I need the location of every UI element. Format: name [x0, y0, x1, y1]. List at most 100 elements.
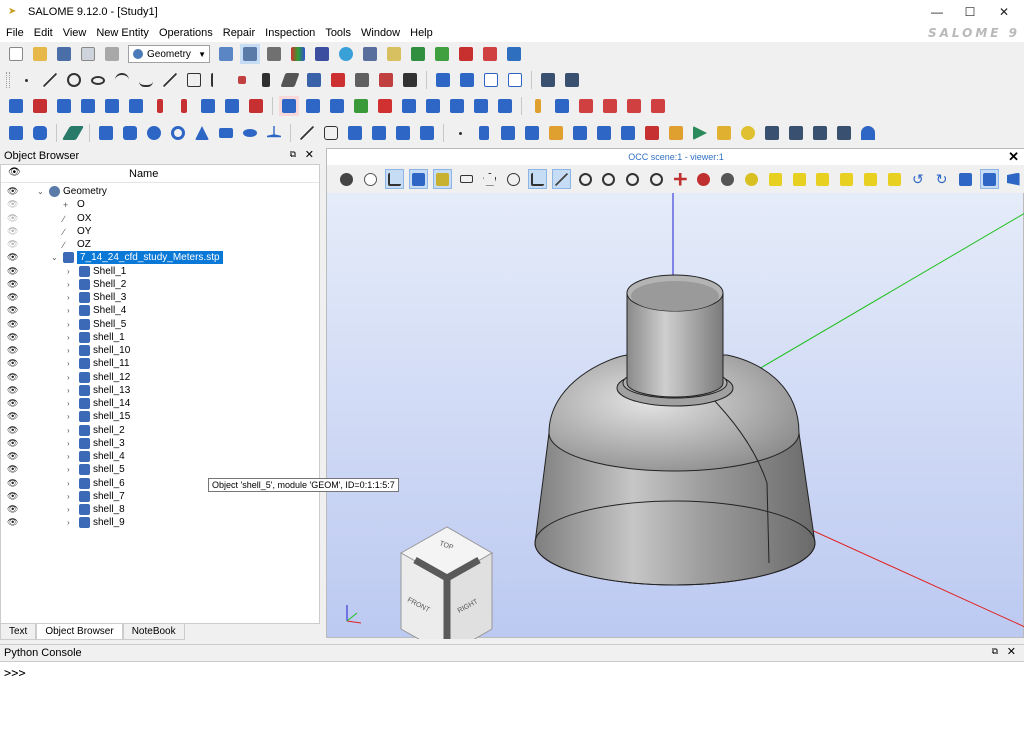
picture-import-icon[interactable] — [562, 70, 582, 90]
visibility-eye-icon[interactable]: 👁 — [7, 410, 19, 423]
cut-icon[interactable] — [528, 96, 548, 116]
tab-object-browser[interactable]: Object Browser — [36, 624, 123, 640]
rect-select-icon[interactable] — [432, 169, 452, 189]
rectangle-selection-icon[interactable] — [457, 169, 476, 189]
chevron-right-icon[interactable]: › — [67, 291, 70, 304]
menu-new-entity[interactable]: New Entity — [91, 24, 154, 42]
rectangle-primitive-icon[interactable] — [423, 96, 443, 116]
left-view-icon[interactable] — [861, 169, 880, 189]
shell-build-icon[interactable] — [369, 123, 389, 143]
tree-item[interactable]: 👁 › Shell_3 — [1, 291, 319, 304]
float-panel-icon[interactable]: ⧉ — [290, 149, 296, 160]
field-icon[interactable] — [408, 44, 428, 64]
dump-view-icon[interactable] — [338, 169, 357, 189]
visibility-eye-icon[interactable]: 👁 — [7, 450, 19, 463]
filling-icon[interactable] — [54, 96, 74, 116]
inertia-icon[interactable] — [810, 123, 830, 143]
tree-item[interactable]: 👁 › shell_14 — [1, 397, 319, 410]
yacs-module-icon[interactable] — [336, 44, 356, 64]
tree-item[interactable]: 👁 › Shell_1 — [1, 265, 319, 278]
arrow-tool-icon[interactable] — [480, 44, 500, 64]
polygon-selection-icon[interactable] — [480, 169, 499, 189]
maximize-button[interactable]: ☐ — [953, 0, 987, 24]
bounding-box-icon[interactable] — [618, 123, 638, 143]
shaper-module-icon[interactable] — [264, 44, 284, 64]
ellipse-icon[interactable] — [88, 70, 108, 90]
chevron-right-icon[interactable]: › — [67, 384, 70, 397]
python-console-input[interactable]: >>> — [0, 661, 1024, 732]
group-icon[interactable] — [498, 123, 518, 143]
sphere-primitive-icon[interactable] — [327, 96, 347, 116]
circle-selection-icon[interactable] — [504, 169, 523, 189]
compound-icon[interactable] — [417, 123, 437, 143]
chevron-down-icon[interactable]: ⌄ — [37, 185, 44, 198]
visibility-eye-icon[interactable]: 👁 — [7, 397, 19, 410]
close-console-icon[interactable]: ✕ — [1007, 645, 1016, 658]
chevron-right-icon[interactable]: › — [67, 357, 70, 370]
pan-icon[interactable] — [671, 169, 690, 189]
toolbar-grip[interactable] — [6, 72, 10, 88]
tree-item[interactable]: 👁 ⌄ Geometry — [1, 185, 319, 198]
rotation-point-icon[interactable] — [718, 169, 737, 189]
tab-notebook[interactable]: NoteBook — [122, 624, 185, 640]
top-view-icon[interactable] — [813, 169, 832, 189]
zoom-icon[interactable] — [576, 169, 595, 189]
wire-icon[interactable] — [321, 123, 341, 143]
sphere-icon[interactable] — [144, 123, 164, 143]
vector-icon[interactable] — [160, 70, 180, 90]
close-button[interactable]: ✕ — [987, 0, 1021, 24]
explode-icon[interactable] — [474, 123, 494, 143]
hide-icon[interactable] — [505, 70, 525, 90]
visibility-eye-icon[interactable]: 👁 — [7, 291, 19, 304]
extrusion-icon[interactable] — [6, 96, 26, 116]
common-icon[interactable] — [495, 96, 515, 116]
visibility-eye-icon[interactable]: 👁 — [7, 357, 19, 370]
object-browser-tree[interactable]: 👁 Name 👁 ⌄ Geometry 👁 + O 👁 ∕ OX 👁 ∕ OY 👁 ∕ OZ 👁 ⌄ 7_14_2… — [0, 164, 320, 624]
chevron-right-icon[interactable]: › — [67, 463, 70, 476]
tree-item[interactable]: 👁 › shell_5 — [1, 463, 319, 476]
menu-operations[interactable]: Operations — [154, 24, 218, 42]
tree-item[interactable]: 👁 ∕ OZ — [1, 238, 319, 251]
torus-primitive-icon[interactable] — [351, 96, 371, 116]
chevron-right-icon[interactable]: › — [67, 477, 70, 490]
menu-view[interactable]: View — [58, 24, 92, 42]
visibility-eye-icon[interactable]: 👁 — [7, 490, 19, 503]
chamfer-icon[interactable] — [174, 96, 194, 116]
section-icon[interactable] — [552, 96, 572, 116]
menu-window[interactable]: Window — [356, 24, 405, 42]
tree-item[interactable]: 👁 › shell_8 — [1, 503, 319, 516]
multi-rotation-icon[interactable] — [594, 123, 614, 143]
hide-all-icon[interactable] — [481, 70, 501, 90]
measure-icon[interactable] — [666, 123, 686, 143]
menu-tools[interactable]: Tools — [320, 24, 356, 42]
name-column-header[interactable]: Name — [129, 168, 158, 180]
vertex-icon[interactable] — [450, 123, 470, 143]
pipe-icon[interactable] — [78, 96, 98, 116]
normal-icon[interactable] — [858, 123, 878, 143]
chevron-right-icon[interactable]: › — [67, 331, 70, 344]
3d-scene[interactable]: TOP FRONT RIGHT — [327, 193, 1024, 639]
menu-file[interactable]: File — [0, 24, 29, 42]
chevron-right-icon[interactable]: › — [67, 450, 70, 463]
visibility-eye-icon[interactable]: 👁 — [7, 424, 19, 437]
visibility-eye-icon[interactable]: 👁 — [7, 516, 19, 529]
rotate-icon[interactable] — [742, 169, 761, 189]
disk-primitive-icon[interactable] — [399, 96, 419, 116]
cylinder-primitive-icon[interactable] — [303, 96, 323, 116]
check-shape-icon[interactable] — [642, 123, 662, 143]
open-folder-icon[interactable] — [30, 44, 50, 64]
isoline-icon[interactable] — [304, 70, 324, 90]
menu-edit[interactable]: Edit — [29, 24, 58, 42]
chevron-right-icon[interactable]: › — [67, 318, 70, 331]
fillet-icon[interactable] — [150, 96, 170, 116]
menu-repair[interactable]: Repair — [218, 24, 260, 42]
arc-icon[interactable] — [112, 70, 132, 90]
sub-shape-icon[interactable] — [522, 123, 542, 143]
face-build-icon[interactable] — [345, 123, 365, 143]
multi-translation-icon[interactable] — [570, 123, 590, 143]
chevron-right-icon[interactable]: › — [67, 304, 70, 317]
show-all-icon[interactable] — [457, 70, 477, 90]
global-pan-icon[interactable] — [695, 169, 714, 189]
image-icon[interactable] — [538, 70, 558, 90]
float-console-icon[interactable]: ⧉ — [992, 646, 998, 657]
